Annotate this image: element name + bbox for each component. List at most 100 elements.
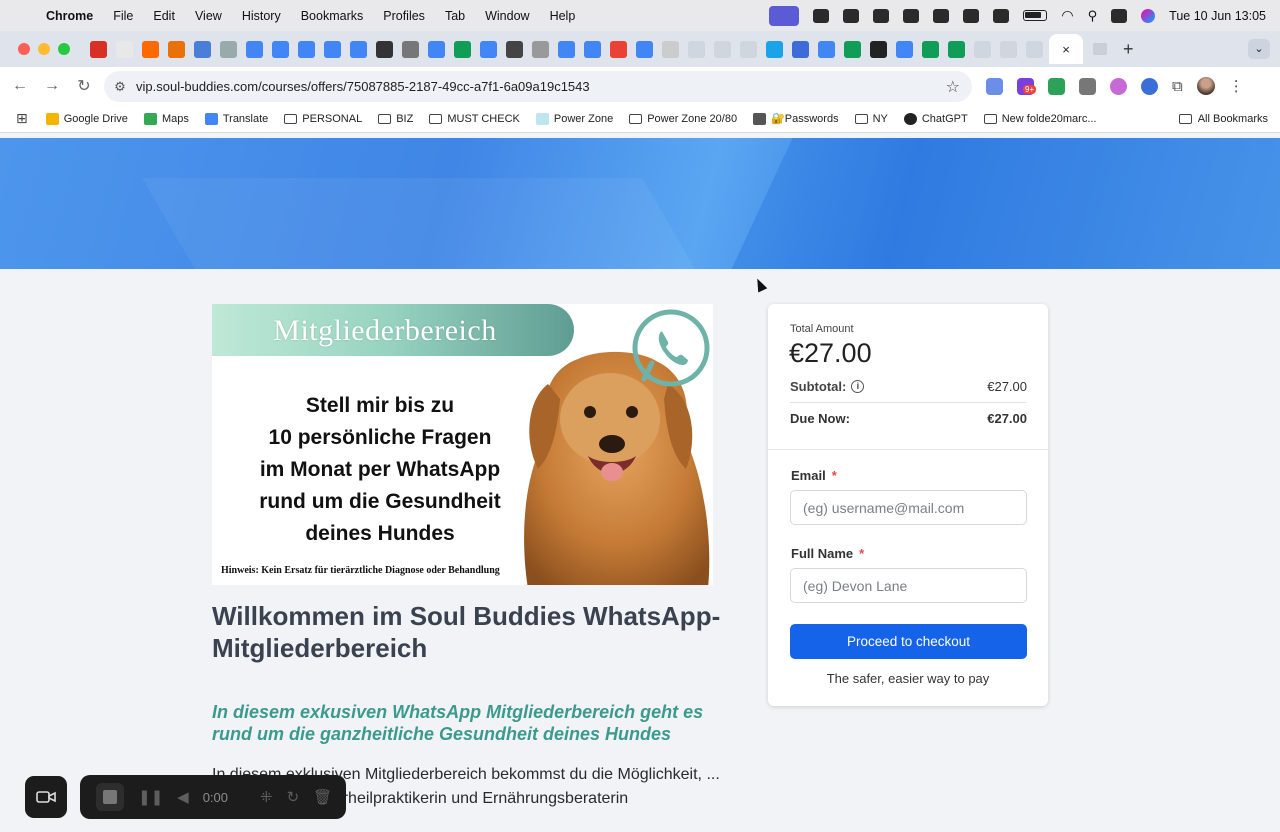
battery-icon[interactable]: [1023, 10, 1048, 21]
profile-avatar[interactable]: [1196, 77, 1215, 95]
restart-icon[interactable]: ↻: [287, 788, 300, 806]
reload-icon[interactable]: ↻: [68, 76, 100, 96]
tab-favicon-icon[interactable]: [402, 40, 419, 58]
tab-favicon-icon[interactable]: [740, 40, 757, 58]
pause-icon[interactable]: ❚❚: [138, 788, 163, 806]
keyboard-icon[interactable]: [993, 8, 1010, 23]
camera-toggle-button[interactable]: [25, 776, 67, 818]
bookmark-item[interactable]: MUST CHECK: [429, 113, 520, 125]
bookmark-item[interactable]: ChatGPT: [903, 112, 968, 125]
address-bar[interactable]: ⚙ vip.soul-buddies.com/courses/offers/75…: [104, 71, 972, 102]
menu-help[interactable]: Help: [550, 9, 576, 23]
bookmark-item[interactable]: Maps: [143, 112, 189, 125]
tab-favicon-icon[interactable]: [974, 40, 991, 58]
email-field[interactable]: [790, 490, 1027, 525]
trash-icon[interactable]: 🗑: [313, 788, 332, 806]
url-text[interactable]: vip.soul-buddies.com/courses/offers/7508…: [136, 79, 590, 94]
flower-ext-icon[interactable]: [1110, 77, 1127, 95]
dropbox-icon[interactable]: [843, 8, 860, 23]
tab-favicon-icon[interactable]: [350, 40, 367, 58]
bookmark-item[interactable]: BIZ: [378, 113, 413, 125]
menubar-clock[interactable]: Tue 10 Jun 13:05: [1169, 9, 1266, 23]
forward-arrow-icon[interactable]: →: [36, 77, 68, 95]
tab-favicon-icon[interactable]: [896, 40, 913, 58]
bookmark-item[interactable]: New folde20marc...: [983, 113, 1096, 125]
bookmark-item[interactable]: Translate: [204, 112, 268, 125]
menu-bookmarks[interactable]: Bookmarks: [301, 9, 364, 23]
bookmark-item[interactable]: NY: [854, 113, 888, 125]
tab-favicon-icon[interactable]: [428, 40, 445, 58]
wifi-icon[interactable]: ◠: [1061, 7, 1073, 24]
grey-ext-icon[interactable]: [1079, 77, 1096, 95]
blue-ext-icon[interactable]: [1141, 77, 1158, 95]
menu-view[interactable]: View: [195, 9, 222, 23]
zoom-window-button[interactable]: [58, 43, 70, 55]
notion-icon[interactable]: [873, 8, 890, 23]
updown-arrows-icon[interactable]: [933, 8, 950, 23]
tab-favicon-icon[interactable]: [1000, 40, 1017, 58]
tab-favicon-icon[interactable]: [870, 40, 887, 58]
tab-favicon-icon[interactable]: [532, 40, 549, 58]
tab-favicon-icon[interactable]: [298, 40, 315, 58]
tab-favicon-icon[interactable]: [688, 40, 705, 58]
status-app-icon[interactable]: [813, 8, 830, 23]
tab-search-chevron-icon[interactable]: ⌄: [1248, 39, 1270, 59]
active-tab[interactable]: ×: [1049, 34, 1083, 64]
bookmark-item[interactable]: Power Zone: [535, 112, 613, 125]
tab-favicon-icon[interactable]: [142, 40, 159, 58]
tab-favicon-icon[interactable]: [792, 40, 809, 58]
tab-favicon-icon[interactable]: [636, 40, 653, 58]
tab-favicon-icon[interactable]: [220, 40, 237, 58]
screen-share-icon[interactable]: [769, 5, 800, 26]
screenshot-icon[interactable]: [903, 8, 920, 23]
minimize-window-button[interactable]: [38, 43, 50, 55]
tab-favicon-icon[interactable]: [324, 40, 341, 58]
tab-favicon-icon[interactable]: [454, 40, 471, 58]
proceed-to-checkout-button[interactable]: Proceed to checkout: [790, 624, 1027, 659]
menu-window[interactable]: Window: [485, 9, 529, 23]
apps-grid-icon[interactable]: ⊞: [16, 110, 28, 127]
bookmark-item[interactable]: 🔐Passwords: [753, 112, 839, 125]
site-settings-icon[interactable]: ⚙: [104, 79, 136, 95]
menu-tab[interactable]: Tab: [445, 9, 465, 23]
tab-favicon-icon[interactable]: [610, 40, 627, 58]
tab-favicon-icon[interactable]: [948, 40, 965, 58]
tab-favicon-icon[interactable]: [246, 40, 263, 58]
tab-favicon-icon[interactable]: [90, 40, 107, 58]
tab-favicon-icon[interactable]: [558, 40, 575, 58]
bookmark-item[interactable]: Power Zone 20/80: [629, 113, 737, 125]
tab-favicon-icon[interactable]: [766, 40, 783, 58]
tab-favicon-icon[interactable]: [168, 40, 185, 58]
tab-favicon-icon[interactable]: [194, 40, 211, 58]
browser-menu-icon[interactable]: ⋮: [1229, 77, 1244, 95]
menu-edit[interactable]: Edit: [153, 9, 175, 23]
siri-icon[interactable]: [1141, 8, 1156, 23]
bookmark-item[interactable]: PERSONAL: [284, 113, 362, 125]
back-arrow-icon[interactable]: ←: [4, 77, 36, 95]
green-ext-icon[interactable]: [1048, 77, 1065, 95]
info-icon[interactable]: i: [851, 380, 865, 393]
fork-icon[interactable]: [963, 8, 980, 23]
mute-icon[interactable]: ◀: [177, 788, 189, 806]
menu-history[interactable]: History: [242, 9, 281, 23]
tab-favicon-icon[interactable]: [922, 40, 939, 58]
tab-favicon-icon[interactable]: [818, 40, 835, 58]
menu-profiles[interactable]: Profiles: [383, 9, 425, 23]
tab-favicon-icon[interactable]: [116, 40, 133, 58]
new-tab-button[interactable]: +: [1123, 39, 1134, 60]
extensions-puzzle-icon[interactable]: ⧉: [1172, 78, 1183, 95]
full-name-field[interactable]: [790, 568, 1027, 603]
grid-icon[interactable]: ⁜: [260, 788, 273, 806]
tab-favicon-icon[interactable]: [844, 40, 861, 58]
menu-app-chrome[interactable]: Chrome: [46, 9, 93, 23]
control-center-icon[interactable]: [1111, 8, 1128, 23]
tab-close-icon[interactable]: ×: [1062, 42, 1070, 57]
tab-favicon-icon[interactable]: [714, 40, 731, 58]
bookmark-star-icon[interactable]: ☆: [946, 77, 960, 97]
all-bookmarks[interactable]: All Bookmarks: [1178, 113, 1268, 125]
tab-favicon-icon[interactable]: [506, 40, 523, 58]
spotlight-search-icon[interactable]: ⚲: [1088, 8, 1098, 24]
tab-favicon-icon[interactable]: [376, 40, 393, 58]
translate-ext-icon[interactable]: [986, 77, 1003, 95]
close-window-button[interactable]: [18, 43, 30, 55]
